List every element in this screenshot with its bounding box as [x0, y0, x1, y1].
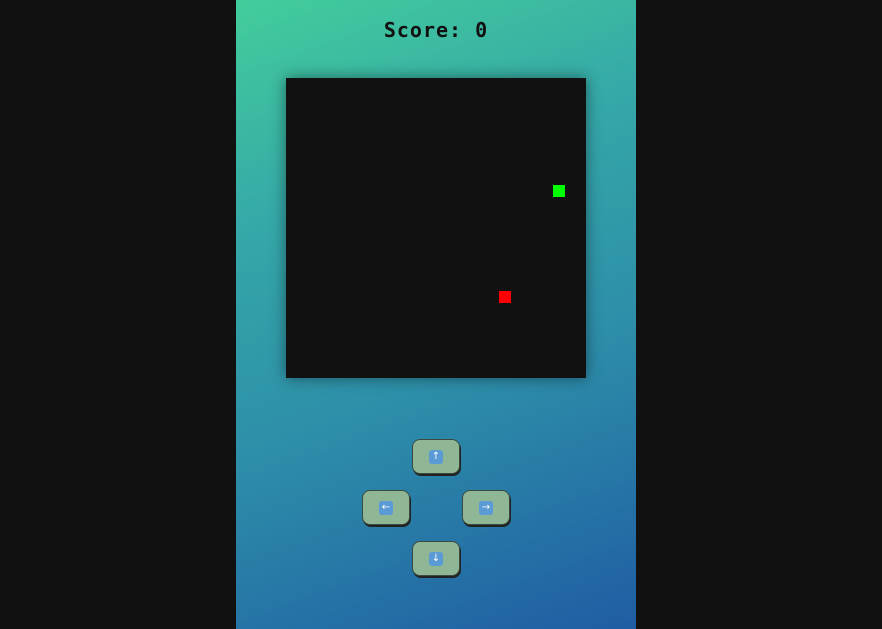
arrow-left-icon: ←: [379, 500, 393, 515]
left-button[interactable]: ←: [362, 490, 410, 525]
snake-head: [553, 185, 565, 197]
score-label: Score:: [383, 18, 463, 42]
food-item: [499, 291, 511, 303]
game-board[interactable]: [286, 78, 586, 378]
score-display: Score: 0: [236, 18, 636, 42]
right-button[interactable]: →: [462, 490, 510, 525]
up-button[interactable]: ↑: [412, 439, 460, 474]
down-button[interactable]: ↓: [412, 541, 460, 576]
score-value: 0: [475, 18, 489, 42]
game-container: Score: 0 ↑ ← → ↓: [236, 0, 636, 629]
arrow-up-icon: ↑: [429, 449, 443, 464]
arrow-right-icon: →: [479, 500, 493, 515]
arrow-down-icon: ↓: [429, 551, 443, 566]
